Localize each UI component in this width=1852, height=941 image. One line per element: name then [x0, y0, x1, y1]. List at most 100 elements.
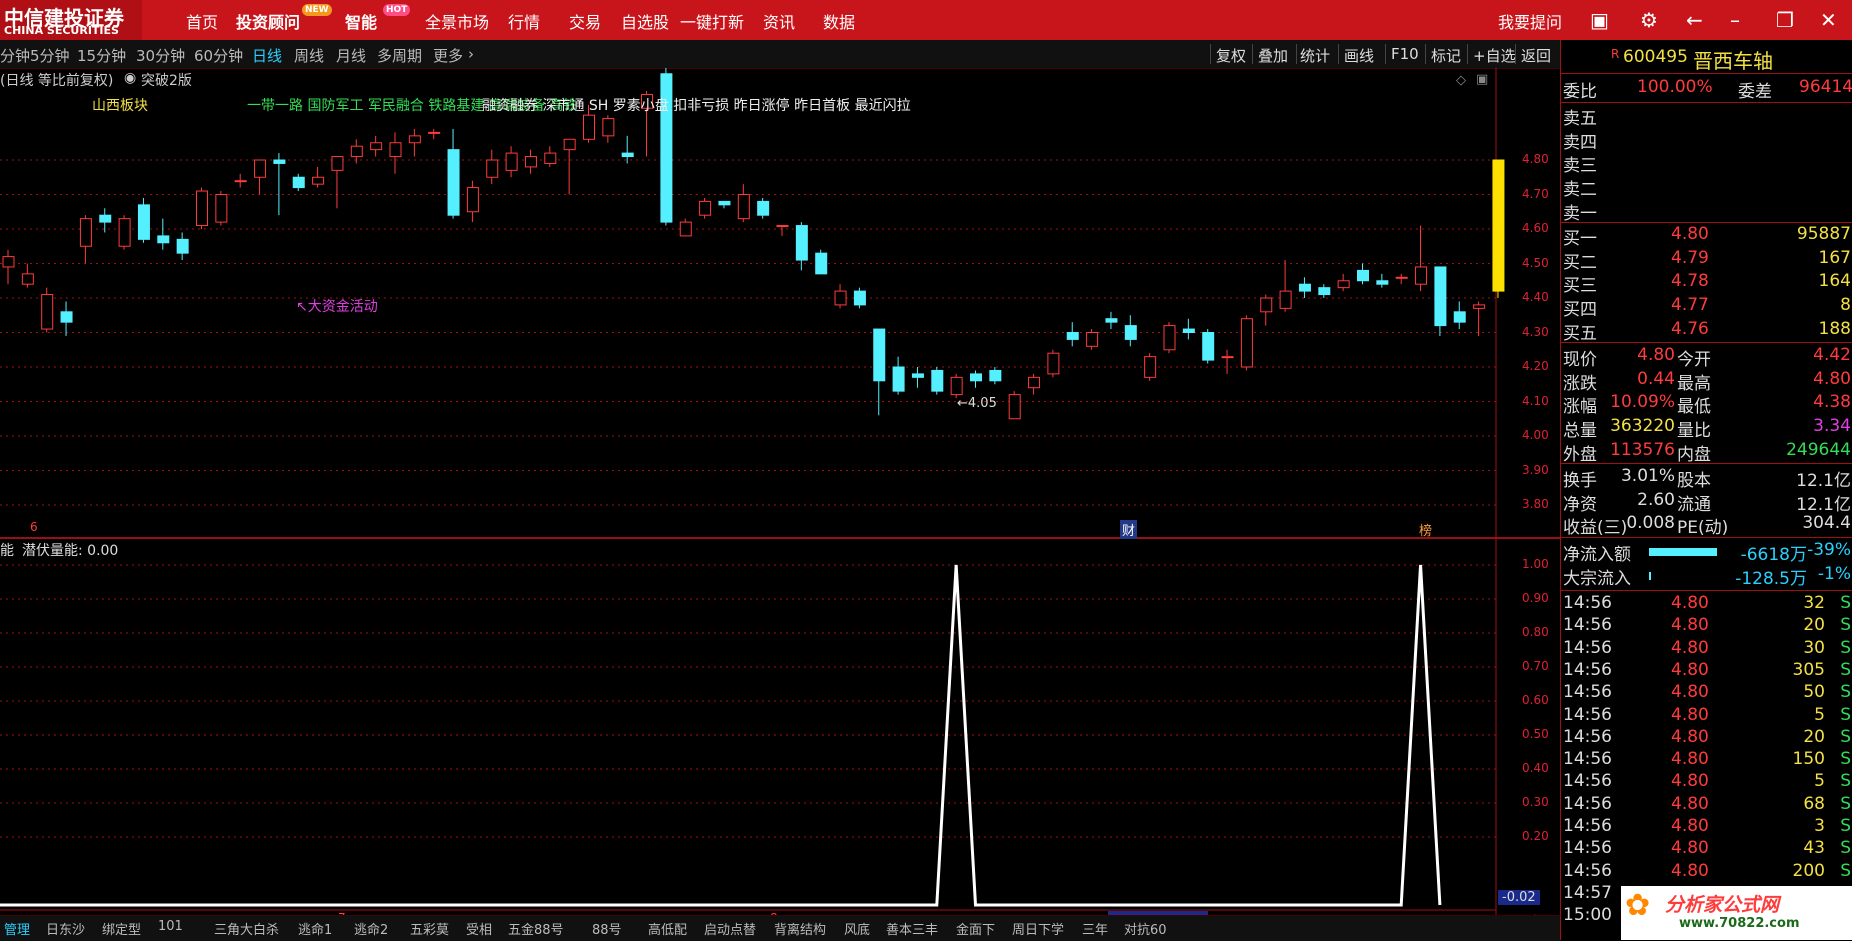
flow-pct: -39%	[1807, 540, 1851, 560]
tick-side: S	[1840, 682, 1851, 703]
tool-mark[interactable]: 标记	[1431, 45, 1461, 66]
formula-tab[interactable]: 五彩莫	[410, 919, 449, 938]
tool-stats[interactable]: 统计	[1300, 45, 1330, 66]
formula-tab[interactable]: 管理	[4, 919, 30, 938]
bid-level-label: 买五	[1563, 323, 1597, 344]
stat-label: 最高	[1677, 373, 1711, 394]
period-15min[interactable]: 15分钟	[77, 45, 126, 66]
chevron-right-icon[interactable]: ›	[468, 45, 474, 63]
tool-f10[interactable]: F10	[1391, 45, 1419, 63]
formula-tab[interactable]: 101	[158, 919, 183, 934]
tick-time: 14:56	[1563, 704, 1612, 725]
formula-tab[interactable]: 88号	[592, 919, 622, 938]
concept-tags-white[interactable]: 融资融券 深市通 SH 罗素小盘 扣非亏损 昨日涨停 昨日首板 最近闪拉	[482, 95, 911, 115]
candle	[699, 197, 712, 219]
nav-news[interactable]: 资讯	[763, 9, 795, 33]
close-icon[interactable]: ✕	[1820, 8, 1837, 32]
candle	[1008, 391, 1021, 420]
tick-side: S	[1840, 860, 1851, 881]
ranking-marker[interactable]: 榜	[1419, 520, 1432, 539]
nav-advisor[interactable]: 投资顾问	[236, 9, 300, 33]
formula-tab[interactable]: 金面下	[956, 919, 995, 938]
tick-price: 4.80	[1671, 637, 1709, 658]
quote-row: 14:56 4.80 20 S	[1561, 727, 1852, 751]
stat-label: 换手	[1563, 471, 1597, 491]
bid-price: 4.77	[1671, 295, 1709, 316]
candle	[2, 249, 15, 285]
nav-panorama[interactable]: 全景市场	[425, 9, 489, 33]
nav-data[interactable]: 数据	[823, 9, 855, 33]
nav-watchlist[interactable]: 自选股	[621, 9, 669, 33]
quote-row: 现价 4.80 今开 4.42	[1561, 345, 1852, 370]
nav-ipo[interactable]: 一键打新	[680, 9, 744, 33]
price-tick-label: 4.70	[1522, 186, 1549, 201]
candle	[1395, 273, 1408, 285]
formula-tab[interactable]: 绑定型	[102, 919, 141, 938]
quote-row: 14:56 4.80 32 S	[1561, 593, 1852, 617]
gear-icon[interactable]: ⚙	[1640, 8, 1658, 32]
formula-tab[interactable]: 逃命1	[298, 919, 332, 938]
formula-tab[interactable]: 逃命2	[354, 919, 388, 938]
tool-fuquan[interactable]: 复权	[1216, 45, 1246, 66]
watermark-url: www.70822.com	[1679, 916, 1800, 931]
period-multi[interactable]: 多周期	[377, 45, 422, 66]
tick-price: 4.80	[1671, 726, 1709, 747]
tool-draw[interactable]: 画线	[1344, 45, 1374, 66]
tick-side: S	[1840, 637, 1851, 658]
period-1min[interactable]: 分钟	[0, 45, 30, 66]
panel-toggle-icon[interactable]: ▣	[1476, 72, 1488, 87]
tool-overlay[interactable]: 叠加	[1258, 45, 1288, 66]
tick-volume: 20	[1803, 726, 1825, 747]
formula-tab[interactable]: 风底	[844, 919, 870, 938]
nav-smart[interactable]: 智能	[345, 9, 377, 33]
candle	[428, 128, 441, 140]
formula-tab[interactable]: 受相	[466, 919, 492, 938]
formula-tab[interactable]: 对抗60	[1124, 919, 1167, 938]
period-30min[interactable]: 30分钟	[136, 45, 185, 66]
tick-price: 4.80	[1671, 704, 1709, 725]
quote-row: 14:56 4.80 5 S	[1561, 771, 1852, 795]
formula-tab[interactable]: 善本三丰	[886, 919, 938, 938]
toolbar-divider	[1425, 44, 1426, 64]
nav-trade[interactable]: 交易	[569, 9, 601, 33]
diamond-icon[interactable]: ◇	[1456, 73, 1466, 88]
formula-tab[interactable]: 三年	[1082, 919, 1108, 938]
candle	[1202, 329, 1215, 364]
cube-icon[interactable]: ▣	[1590, 8, 1609, 32]
restore-icon[interactable]: ❐	[1776, 8, 1794, 32]
period-weekly[interactable]: 周线	[294, 45, 324, 66]
back-arrow-icon[interactable]: ←	[1686, 8, 1703, 32]
stat-value: 3.34	[1813, 416, 1851, 437]
ask-question-link[interactable]: 我要提问	[1498, 9, 1562, 33]
quote-row: 涨幅 10.09% 最低 4.38	[1561, 392, 1852, 417]
period-monthly[interactable]: 月线	[336, 45, 366, 66]
tick-price: 4.80	[1671, 749, 1709, 770]
formula-tab[interactable]: 启动点替	[704, 919, 756, 938]
nav-quotes[interactable]: 行情	[508, 9, 540, 33]
toolbar-divider	[1467, 44, 1468, 64]
stat-label: 涨跌	[1563, 373, 1597, 394]
toolbar-divider	[1338, 44, 1339, 64]
candle	[892, 356, 905, 395]
finance-marker[interactable]: 财	[1120, 520, 1138, 539]
period-more[interactable]: 更多	[433, 45, 463, 66]
bid-volume: 95887	[1796, 224, 1851, 244]
sector-label[interactable]: 山西板块	[92, 95, 148, 115]
period-60min[interactable]: 60分钟	[194, 45, 243, 66]
candle	[834, 284, 847, 309]
nav-home[interactable]: 首页	[186, 9, 218, 33]
formula-tab[interactable]: 日东沙	[46, 919, 85, 938]
tool-add-watch[interactable]: +自选	[1473, 45, 1516, 66]
period-5min[interactable]: 5分钟	[30, 45, 70, 66]
formula-tab[interactable]: 三角大白杀	[214, 919, 279, 938]
minimize-icon[interactable]: –	[1730, 8, 1740, 32]
formula-tab[interactable]: 背离结构	[774, 919, 826, 938]
candle	[505, 146, 518, 178]
formula-tab[interactable]: 五金88号	[508, 919, 564, 938]
kline-chart[interactable]	[0, 68, 1560, 915]
tool-back[interactable]: 返回	[1521, 45, 1551, 66]
formula-tab[interactable]: 周日下学	[1012, 919, 1064, 938]
candle	[757, 197, 770, 219]
formula-tab[interactable]: 高低配	[648, 919, 687, 938]
period-daily[interactable]: 日线	[252, 45, 282, 66]
